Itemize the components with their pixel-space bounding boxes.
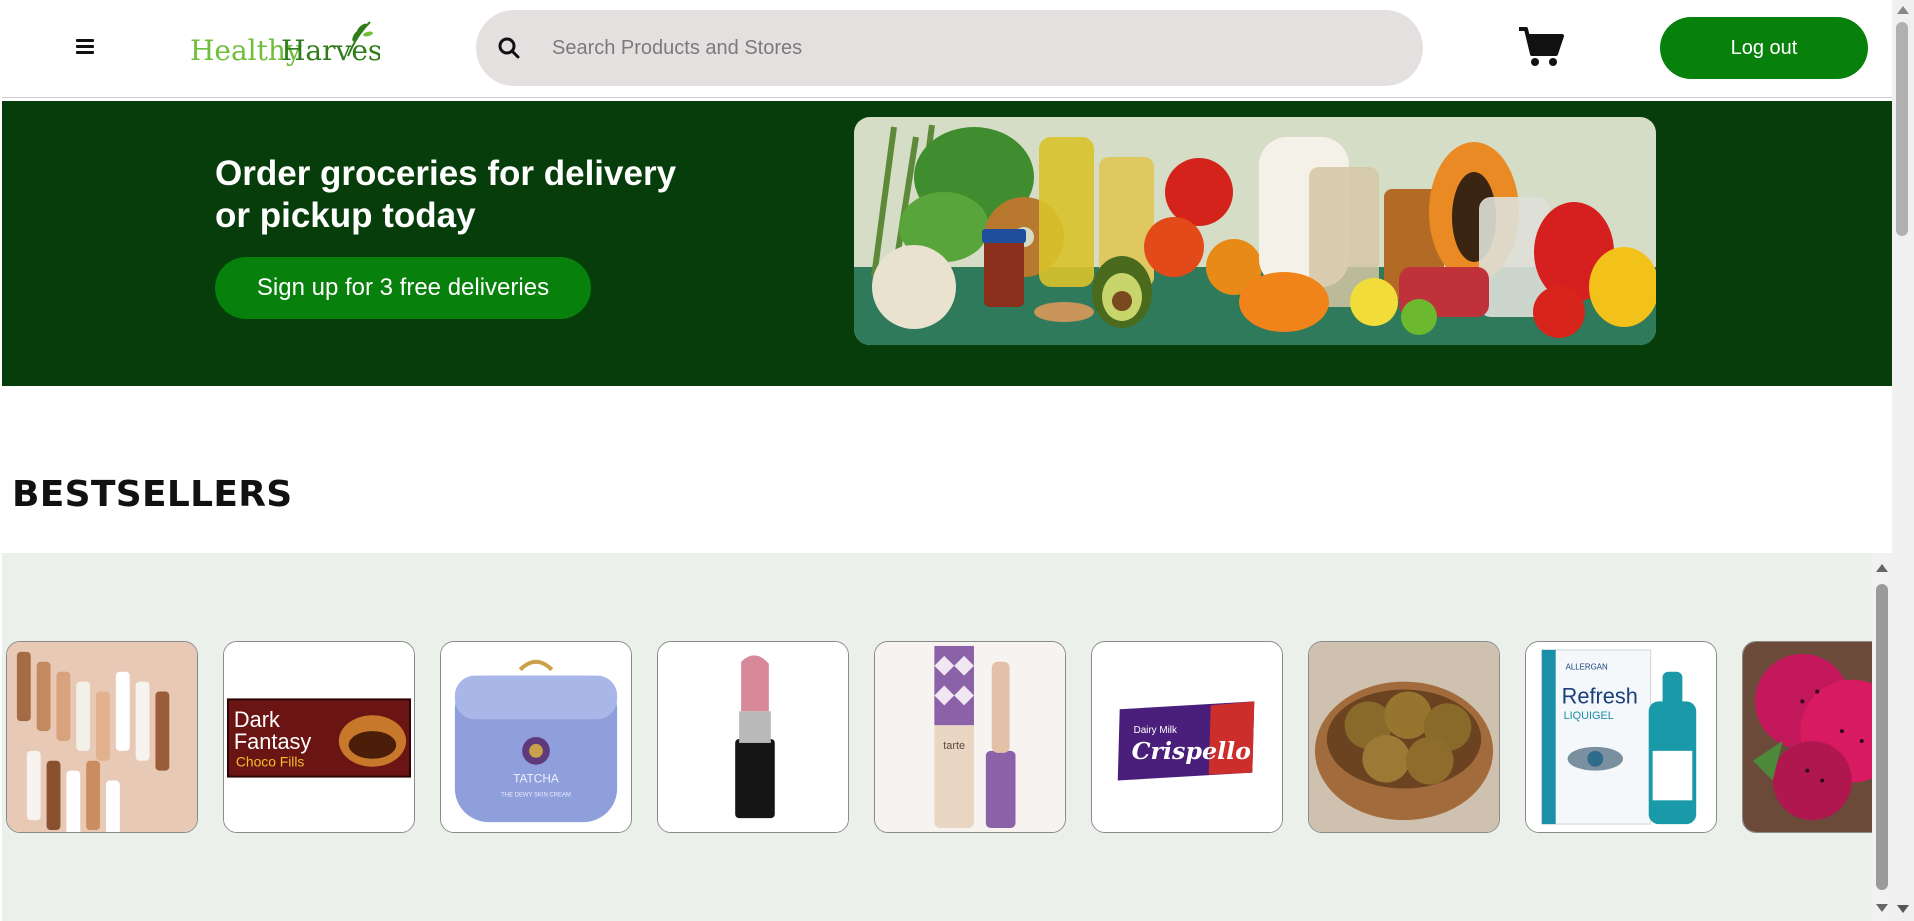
- tatcha-brand-text: TATCHA: [513, 772, 559, 786]
- product-card-tatcha[interactable]: TATCHA THE DEWY SKIN CREAM: [440, 641, 632, 833]
- search-icon[interactable]: [498, 37, 520, 59]
- product-card-tarte-concealer[interactable]: tarte: [874, 641, 1066, 833]
- product-row: Dark Fantasy Choco Fills TATCHA THE DEWY…: [6, 641, 1872, 833]
- product-card-crispello[interactable]: Dairy Milk Crispello: [1091, 641, 1283, 833]
- product-card-dark-fantasy[interactable]: Dark Fantasy Choco Fills: [223, 641, 415, 833]
- page-scroll-down-icon[interactable]: [1897, 905, 1909, 913]
- dark-fantasy-sub-text: Choco Fills: [236, 754, 305, 770]
- cart-icon[interactable]: [1518, 26, 1564, 68]
- search-bar[interactable]: [476, 10, 1423, 86]
- hero-banner: Order groceries for delivery or pickup t…: [2, 101, 1892, 386]
- carousel-scroll-up-icon[interactable]: [1876, 564, 1888, 572]
- hamburger-menu-button[interactable]: [72, 36, 98, 60]
- product-card-dragon-fruit[interactable]: [1742, 641, 1872, 833]
- crispello-brand-text: Dairy Milk: [1134, 725, 1177, 736]
- refresh-sub-text: LIQUIGEL: [1564, 710, 1614, 722]
- product-card-lipstick[interactable]: [657, 641, 849, 833]
- sign-up-free-deliveries-button[interactable]: Sign up for 3 free deliveries: [215, 257, 591, 319]
- groceries-banner-image: [854, 117, 1656, 345]
- hamburger-icon: [76, 39, 94, 42]
- logo-text-harvest: Harvest: [281, 34, 380, 67]
- hero-title: Order groceries for delivery or pickup t…: [215, 154, 677, 235]
- product-card-foundation[interactable]: [6, 641, 198, 833]
- carousel-scrollbar-thumb[interactable]: [1876, 584, 1888, 890]
- bestsellers-heading: BESTSELLERS: [12, 474, 293, 515]
- page-scrollbar-thumb[interactable]: [1896, 22, 1908, 236]
- healthy-harvest-logo[interactable]: Healthy Harvest: [188, 16, 380, 80]
- refresh-brand-text: ALLERGAN: [1566, 663, 1608, 672]
- top-header: Healthy Harvest Log out: [2, 0, 1892, 98]
- refresh-name-text: Refresh: [1562, 683, 1638, 708]
- tatcha-sub-text: THE DEWY SKIN CREAM: [501, 792, 571, 798]
- page-scroll-up-icon[interactable]: [1897, 6, 1909, 14]
- carousel-scroll-down-icon[interactable]: [1876, 904, 1888, 912]
- product-card-kiwi[interactable]: [1308, 641, 1500, 833]
- bestsellers-carousel: Dark Fantasy Choco Fills TATCHA THE DEWY…: [2, 553, 1872, 921]
- crispello-name-text: Crispello: [1132, 737, 1252, 765]
- search-input[interactable]: [552, 28, 1423, 68]
- dark-fantasy-name-text: Fantasy: [234, 729, 312, 754]
- tarte-brand-text: tarte: [943, 740, 965, 752]
- product-card-refresh-eye-drops[interactable]: ALLERGAN Refresh LIQUIGEL: [1525, 641, 1717, 833]
- log-out-button[interactable]: Log out: [1660, 17, 1868, 79]
